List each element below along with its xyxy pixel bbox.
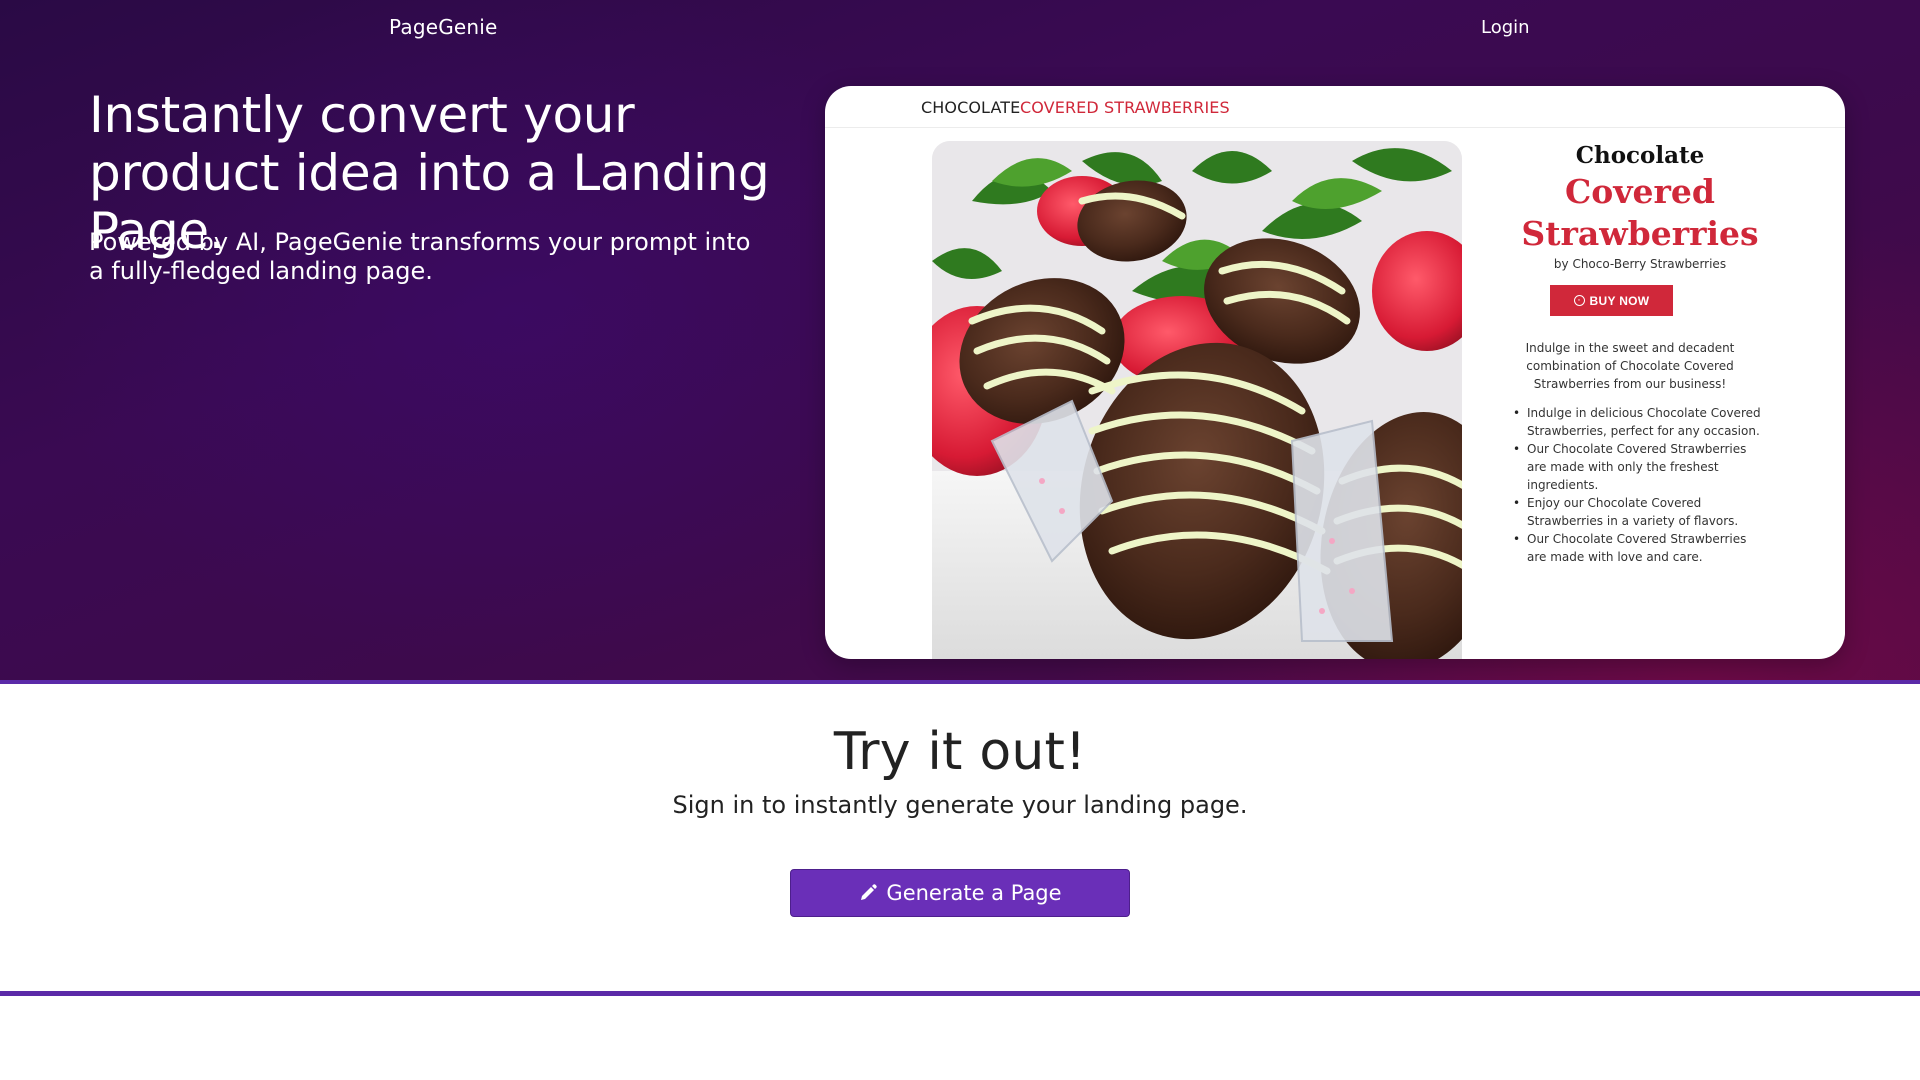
preview-intro-text: Indulge in the sweet and decadent combin… xyxy=(1525,341,1735,391)
list-item: Our Chocolate Covered Strawberries are m… xyxy=(1513,440,1763,494)
preview-feature-list: Indulge in delicious Chocolate Covered S… xyxy=(1513,404,1763,566)
preview-product-title-line3: Strawberries xyxy=(1521,214,1759,253)
preview-header-title-part2: COVERED STRAWBERRIES xyxy=(1020,98,1230,117)
hero-divider xyxy=(0,680,1920,684)
hero-section: PageGenie Login Instantly convert your p… xyxy=(0,0,1920,680)
strawberries-photo xyxy=(932,141,1462,659)
preview-header: CHOCOLATE COVERED STRAWBERRIES xyxy=(825,86,1845,128)
login-link[interactable]: Login xyxy=(1481,17,1530,38)
list-item: Enjoy our Chocolate Covered Strawberries… xyxy=(1513,494,1763,530)
list-item: Our Chocolate Covered Strawberries are m… xyxy=(1513,530,1763,566)
preview-buy-now-label: BUY NOW xyxy=(1589,293,1650,308)
preview-buy-now-button[interactable]: ◦ BUY NOW xyxy=(1550,285,1673,316)
cart-circle-icon: ◦ xyxy=(1573,295,1585,306)
try-section-title: Try it out! xyxy=(833,722,1087,782)
landing-page-preview: CHOCOLATE COVERED STRAWBERRIES Chocolate… xyxy=(825,86,1845,659)
generate-page-button[interactable]: Generate a Page xyxy=(790,869,1130,917)
preview-header-title-part1: CHOCOLATE xyxy=(921,98,1021,117)
pencil-icon xyxy=(858,883,878,903)
preview-product-title-line1: Chocolate xyxy=(1575,142,1705,169)
hero-subheadline: Powered by AI, PageGenie transforms your… xyxy=(89,228,751,285)
brand-logo-link[interactable]: PageGenie xyxy=(389,15,498,39)
preview-product-title-line2: Covered xyxy=(1565,172,1715,211)
list-item: Indulge in delicious Chocolate Covered S… xyxy=(1513,404,1763,440)
section-divider xyxy=(0,991,1920,996)
preview-byline: by Choco-Berry Strawberries xyxy=(1553,257,1727,271)
generate-page-label: Generate a Page xyxy=(886,881,1062,905)
try-section-subtitle: Sign in to instantly generate your landi… xyxy=(672,791,1248,819)
